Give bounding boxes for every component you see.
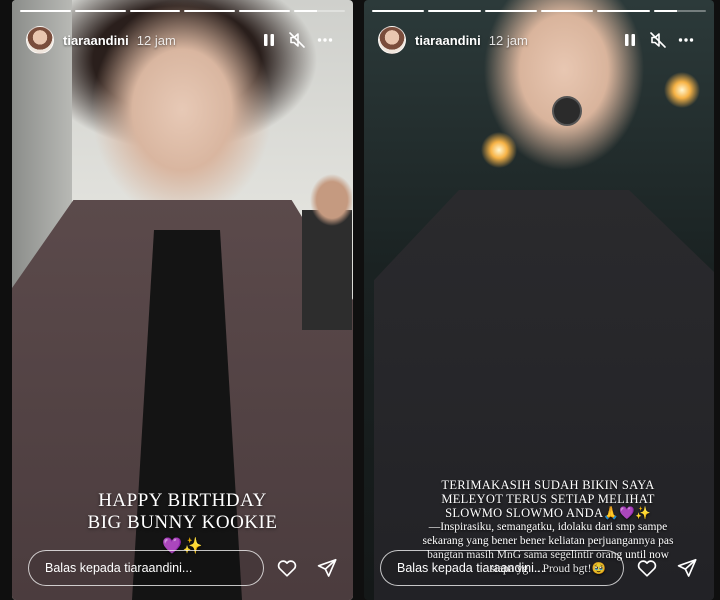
heart-icon (277, 560, 297, 577)
story-header: tiaraandini 12 jam (378, 26, 700, 54)
story-timestamp: 12 jam (136, 32, 176, 48)
send-icon (677, 558, 697, 577)
progress-segment (428, 10, 481, 12)
progress-segment (597, 10, 650, 12)
muted-speaker-icon (289, 32, 305, 48)
story-card-right[interactable]: tiaraandini 12 jam TERIMAKASIH SUDAH BIK… (364, 0, 714, 600)
caption-line: HAPPY BIRTHDAY (98, 490, 267, 511)
progress-segment (20, 10, 71, 12)
more-options-button[interactable] (311, 26, 339, 54)
like-button[interactable] (270, 551, 304, 585)
progress-segment (484, 10, 537, 12)
microphone-image (552, 96, 582, 126)
pause-icon (264, 34, 274, 46)
progress-segment (129, 10, 181, 12)
more-icon (317, 38, 333, 42)
pause-button[interactable] (255, 26, 283, 54)
heart-icon (637, 560, 657, 577)
more-icon (678, 38, 694, 42)
progress-segment (653, 10, 706, 12)
share-button[interactable] (310, 551, 344, 585)
pause-button[interactable] (616, 26, 644, 54)
reply-bar (28, 550, 344, 586)
caption-heading: TERIMAKASIH SUDAH BIKIN SAYA MELEYOT TER… (441, 478, 655, 520)
username[interactable]: tiaraandini (63, 33, 129, 48)
reply-bar (380, 550, 704, 586)
avatar[interactable] (26, 26, 54, 54)
username[interactable]: tiaraandini (415, 33, 481, 48)
muted-speaker-icon (650, 32, 666, 48)
progress-segment (372, 10, 425, 12)
avatar[interactable] (378, 26, 406, 54)
like-button[interactable] (630, 551, 664, 585)
pause-icon (625, 34, 635, 46)
progress-segment (294, 10, 345, 12)
story-progress-bar (20, 10, 345, 12)
story-caption: HAPPY BIRTHDAY BIG BUNNY KOOKIE 💜✨ (12, 490, 353, 558)
progress-segment (540, 10, 594, 12)
caption-line: BIG BUNNY KOOKIE (87, 512, 278, 533)
story-progress-bar (372, 10, 706, 12)
send-icon (317, 558, 337, 577)
story-timestamp: 12 jam (488, 32, 528, 48)
story-card-left[interactable]: tiaraandini 12 jam HAPPY BIRTHDAY BIG BU… (12, 0, 353, 600)
more-options-button[interactable] (672, 26, 700, 54)
story-header: tiaraandini 12 jam (26, 26, 339, 54)
mute-button[interactable] (644, 26, 672, 54)
mute-button[interactable] (283, 26, 311, 54)
progress-segment (184, 10, 236, 12)
progress-segment (74, 10, 126, 12)
reply-input[interactable] (380, 550, 624, 586)
progress-segment (239, 10, 291, 12)
share-button[interactable] (670, 551, 704, 585)
reply-input[interactable] (28, 550, 264, 586)
